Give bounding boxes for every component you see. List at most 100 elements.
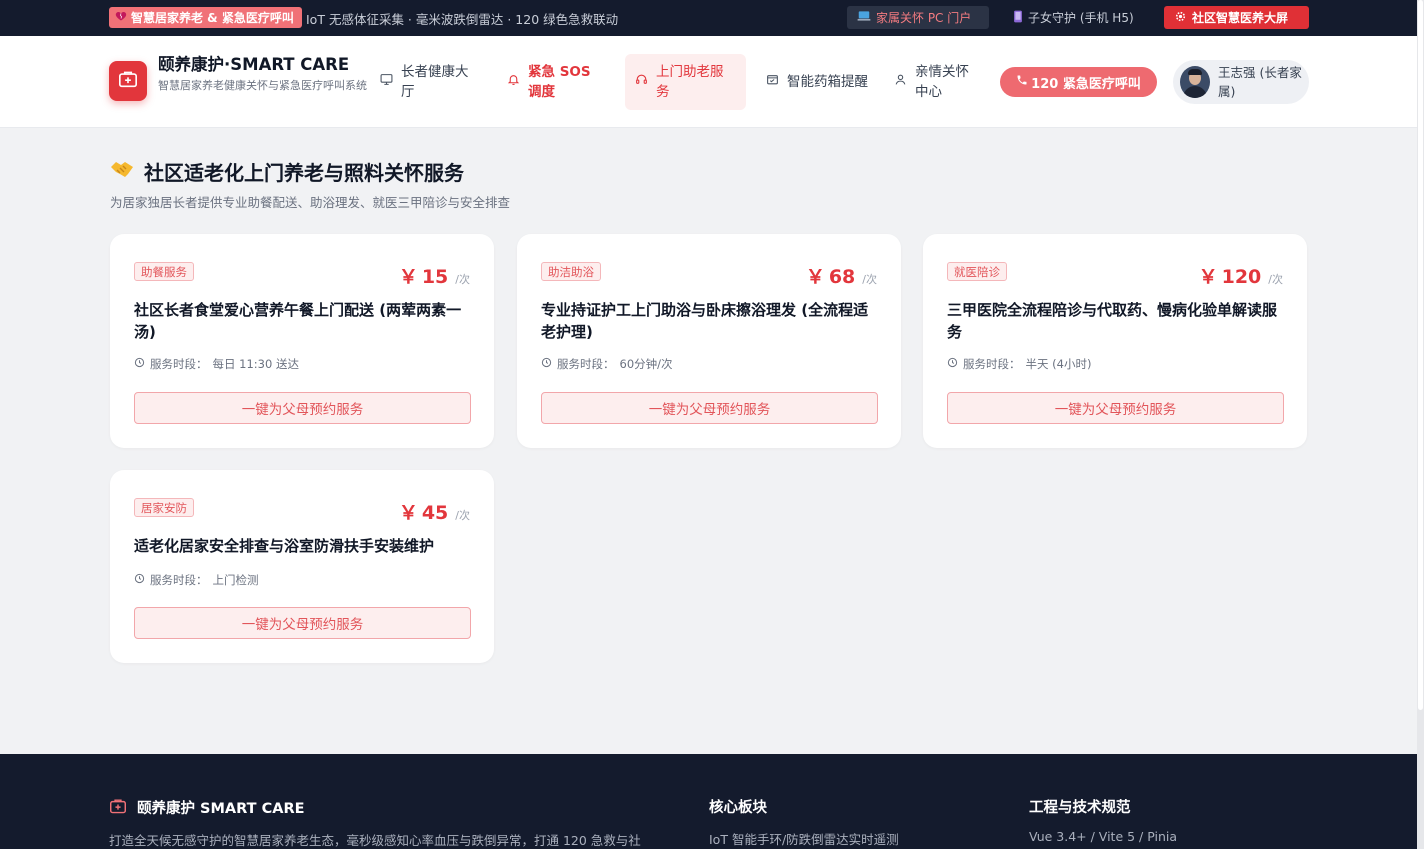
- time-prefix: 服务时段：: [150, 573, 208, 587]
- price-unit: /次: [1268, 273, 1283, 286]
- main-header: 颐养康护·SMART CARE 智慧居家养老健康关怀与紧急医疗呼叫系统 长者健康…: [0, 36, 1417, 128]
- footer-brand-text: 颐养康护 SMART CARE: [137, 801, 305, 817]
- service-price: ￥ 45 /次: [399, 498, 470, 525]
- currency-symbol: ￥: [398, 502, 418, 524]
- service-price: ￥ 120 /次: [1199, 262, 1283, 289]
- service-tag: 就医陪诊: [947, 262, 1007, 281]
- brand-subtitle: 智慧居家养老健康关怀与紧急医疗呼叫系统: [158, 79, 367, 92]
- time-value: 半天 (4小时): [1025, 357, 1092, 371]
- nav-sos-dispatch[interactable]: 紧急 SOS 调度: [497, 54, 617, 110]
- footer-link-iot[interactable]: IoT 智能手环/防跌倒雷达实时遥测: [709, 829, 899, 848]
- footer: 颐养康护 SMART CARE 打造全天候无感守护的智慧居家养老生态，毫秒级感知…: [0, 754, 1417, 849]
- price-unit: /次: [455, 273, 470, 286]
- heart-icon: [115, 10, 127, 25]
- service-time: 服务时段： 每日 11:30 送达: [134, 356, 299, 372]
- bell-icon: [507, 72, 520, 92]
- clock-icon: [947, 357, 958, 371]
- nav-family-center[interactable]: 亲情关怀中心: [884, 54, 992, 110]
- time-prefix: 服务时段：: [150, 357, 208, 371]
- service-card: 就医陪诊 ￥ 120 /次 三甲医院全流程陪诊与代取药、慢病化验单解读服务 服务…: [923, 234, 1307, 448]
- price-amount: 45: [421, 502, 449, 524]
- service-tag: 助餐服务: [134, 262, 194, 281]
- service-time: 服务时段： 半天 (4小时): [947, 356, 1091, 372]
- service-title: 三甲医院全流程陪诊与代取药、慢病化验单解读服务: [947, 301, 1278, 341]
- scrollbar-thumb[interactable]: [1418, 0, 1423, 710]
- currency-symbol: ￥: [398, 266, 418, 288]
- emergency-call-label: 120 紧急医疗呼叫: [1031, 76, 1141, 92]
- book-service-button[interactable]: 一键为父母预约服务: [947, 392, 1284, 424]
- headset-icon: [635, 72, 648, 92]
- system-badge: 智慧居家养老 & 紧急医疗呼叫: [109, 7, 302, 28]
- clock-icon: [134, 357, 145, 371]
- nav-sos-dispatch-label: 紧急 SOS 调度: [528, 64, 591, 100]
- community-screen-button[interactable]: 社区智慧医养大屏: [1164, 6, 1309, 29]
- laptop-icon: [857, 10, 871, 25]
- community-screen-label: 社区智慧医养大屏: [1192, 11, 1289, 25]
- service-card: 居家安防 ￥ 45 /次 适老化居家安全排查与浴室防滑扶手安装维护 服务时段： 上…: [110, 470, 494, 663]
- time-prefix: 服务时段：: [557, 357, 615, 371]
- time-value: 上门检测: [212, 573, 259, 587]
- footer-brand: 颐养康护 SMART CARE: [109, 797, 305, 818]
- footer-link-tech[interactable]: Vue 3.4+ / Vite 5 / Pinia: [1029, 829, 1177, 844]
- user-profile-chip[interactable]: 王志强 (长者家属): [1173, 60, 1309, 104]
- service-tag: 助洁助浴: [541, 262, 601, 281]
- family-pc-portal-button[interactable]: 家属关怀 PC 门户: [847, 6, 989, 29]
- footer-description: 打造全天候无感守护的智慧居家养老生态，毫秒级感知心率血压与跌倒异常，打通 120…: [109, 833, 641, 848]
- footer-col-core-title: 核心板块: [709, 800, 767, 816]
- nav-family-center-label: 亲情关怀中心: [915, 64, 969, 100]
- user-name: 王志强 (长者家属): [1218, 65, 1302, 99]
- family-pc-portal-label: 家属关怀 PC 门户: [876, 11, 972, 25]
- handshake-icon: [110, 158, 134, 185]
- service-title: 专业持证护工上门助浴与卧床擦浴理发 (全流程适老护理): [541, 301, 869, 341]
- page-title: 社区适老化上门养老与照料关怀服务: [110, 157, 464, 186]
- child-h5-label: 子女守护 (手机 H5): [1028, 11, 1134, 25]
- service-title: 适老化居家安全排查与浴室防滑扶手安装维护: [134, 537, 435, 555]
- service-time: 服务时段： 上门检测: [134, 572, 259, 588]
- nav-health-hall-label: 长者健康大厅: [401, 64, 469, 100]
- clock-icon: [541, 357, 552, 371]
- medical-kit-icon: [109, 798, 127, 818]
- time-value: 60分钟/次: [619, 357, 673, 371]
- monitor-icon: [380, 72, 393, 92]
- book-service-button[interactable]: 一键为父母预约服务: [134, 392, 471, 424]
- service-tag: 居家安防: [134, 498, 194, 517]
- price-amount: 15: [421, 266, 449, 288]
- avatar: [1180, 66, 1210, 98]
- service-card: 助洁助浴 ￥ 68 /次 专业持证护工上门助浴与卧床擦浴理发 (全流程适老护理)…: [517, 234, 901, 448]
- currency-symbol: ￥: [805, 266, 825, 288]
- price-unit: /次: [862, 273, 877, 286]
- currency-symbol: ￥: [1198, 266, 1218, 288]
- nav-pill-reminder[interactable]: 智能药箱提醒: [756, 54, 882, 110]
- service-title: 社区长者食堂爱心营养午餐上门配送 (两荤两素一汤): [134, 301, 462, 341]
- time-value: 每日 11:30 送达: [212, 357, 299, 371]
- nav-pill-reminder-label: 智能药箱提醒: [787, 74, 868, 90]
- top-strip: 智慧居家养老 & 紧急医疗呼叫 IoT 无感体征采集 · 毫米波跌倒雷达 · 1…: [0, 0, 1417, 36]
- price-unit: /次: [455, 509, 470, 522]
- medical-kit-icon: [118, 70, 138, 92]
- service-time: 服务时段： 60分钟/次: [541, 356, 673, 372]
- child-h5-button[interactable]: 子女守护 (手机 H5): [1003, 6, 1153, 29]
- price-amount: 68: [828, 266, 856, 288]
- book-service-button[interactable]: 一键为父母预约服务: [134, 607, 471, 639]
- pill-box-icon: [766, 72, 779, 92]
- service-price: ￥ 15 /次: [399, 262, 470, 289]
- logo[interactable]: [109, 61, 147, 101]
- book-service-button[interactable]: 一键为父母预约服务: [541, 392, 878, 424]
- topbar-tagline: IoT 无感体征采集 · 毫米波跌倒雷达 · 120 绿色急救联动: [306, 12, 619, 27]
- footer-col-tech-title: 工程与技术规范: [1029, 800, 1131, 816]
- gear-icon: [1174, 10, 1187, 26]
- user-icon: [894, 72, 907, 92]
- system-badge-label: 智慧居家养老 & 紧急医疗呼叫: [131, 11, 294, 25]
- time-prefix: 服务时段：: [963, 357, 1021, 371]
- nav-health-hall[interactable]: 长者健康大厅: [370, 54, 488, 110]
- emergency-call-button[interactable]: 120 紧急医疗呼叫: [1000, 67, 1157, 97]
- nav-home-service-label: 上门助老服务: [656, 64, 724, 100]
- clock-icon: [134, 573, 145, 587]
- brand-title: 颐养康护·SMART CARE: [158, 55, 350, 74]
- page-subtitle: 为居家独居长者提供专业助餐配送、助浴理发、就医三甲陪诊与安全排查: [110, 195, 511, 210]
- service-card: 助餐服务 ￥ 15 /次 社区长者食堂爱心营养午餐上门配送 (两荤两素一汤) 服…: [110, 234, 494, 448]
- price-amount: 120: [1221, 266, 1262, 288]
- phone-call-icon: [1016, 74, 1028, 90]
- phone-icon: [1013, 10, 1023, 26]
- nav-home-service[interactable]: 上门助老服务: [625, 54, 746, 110]
